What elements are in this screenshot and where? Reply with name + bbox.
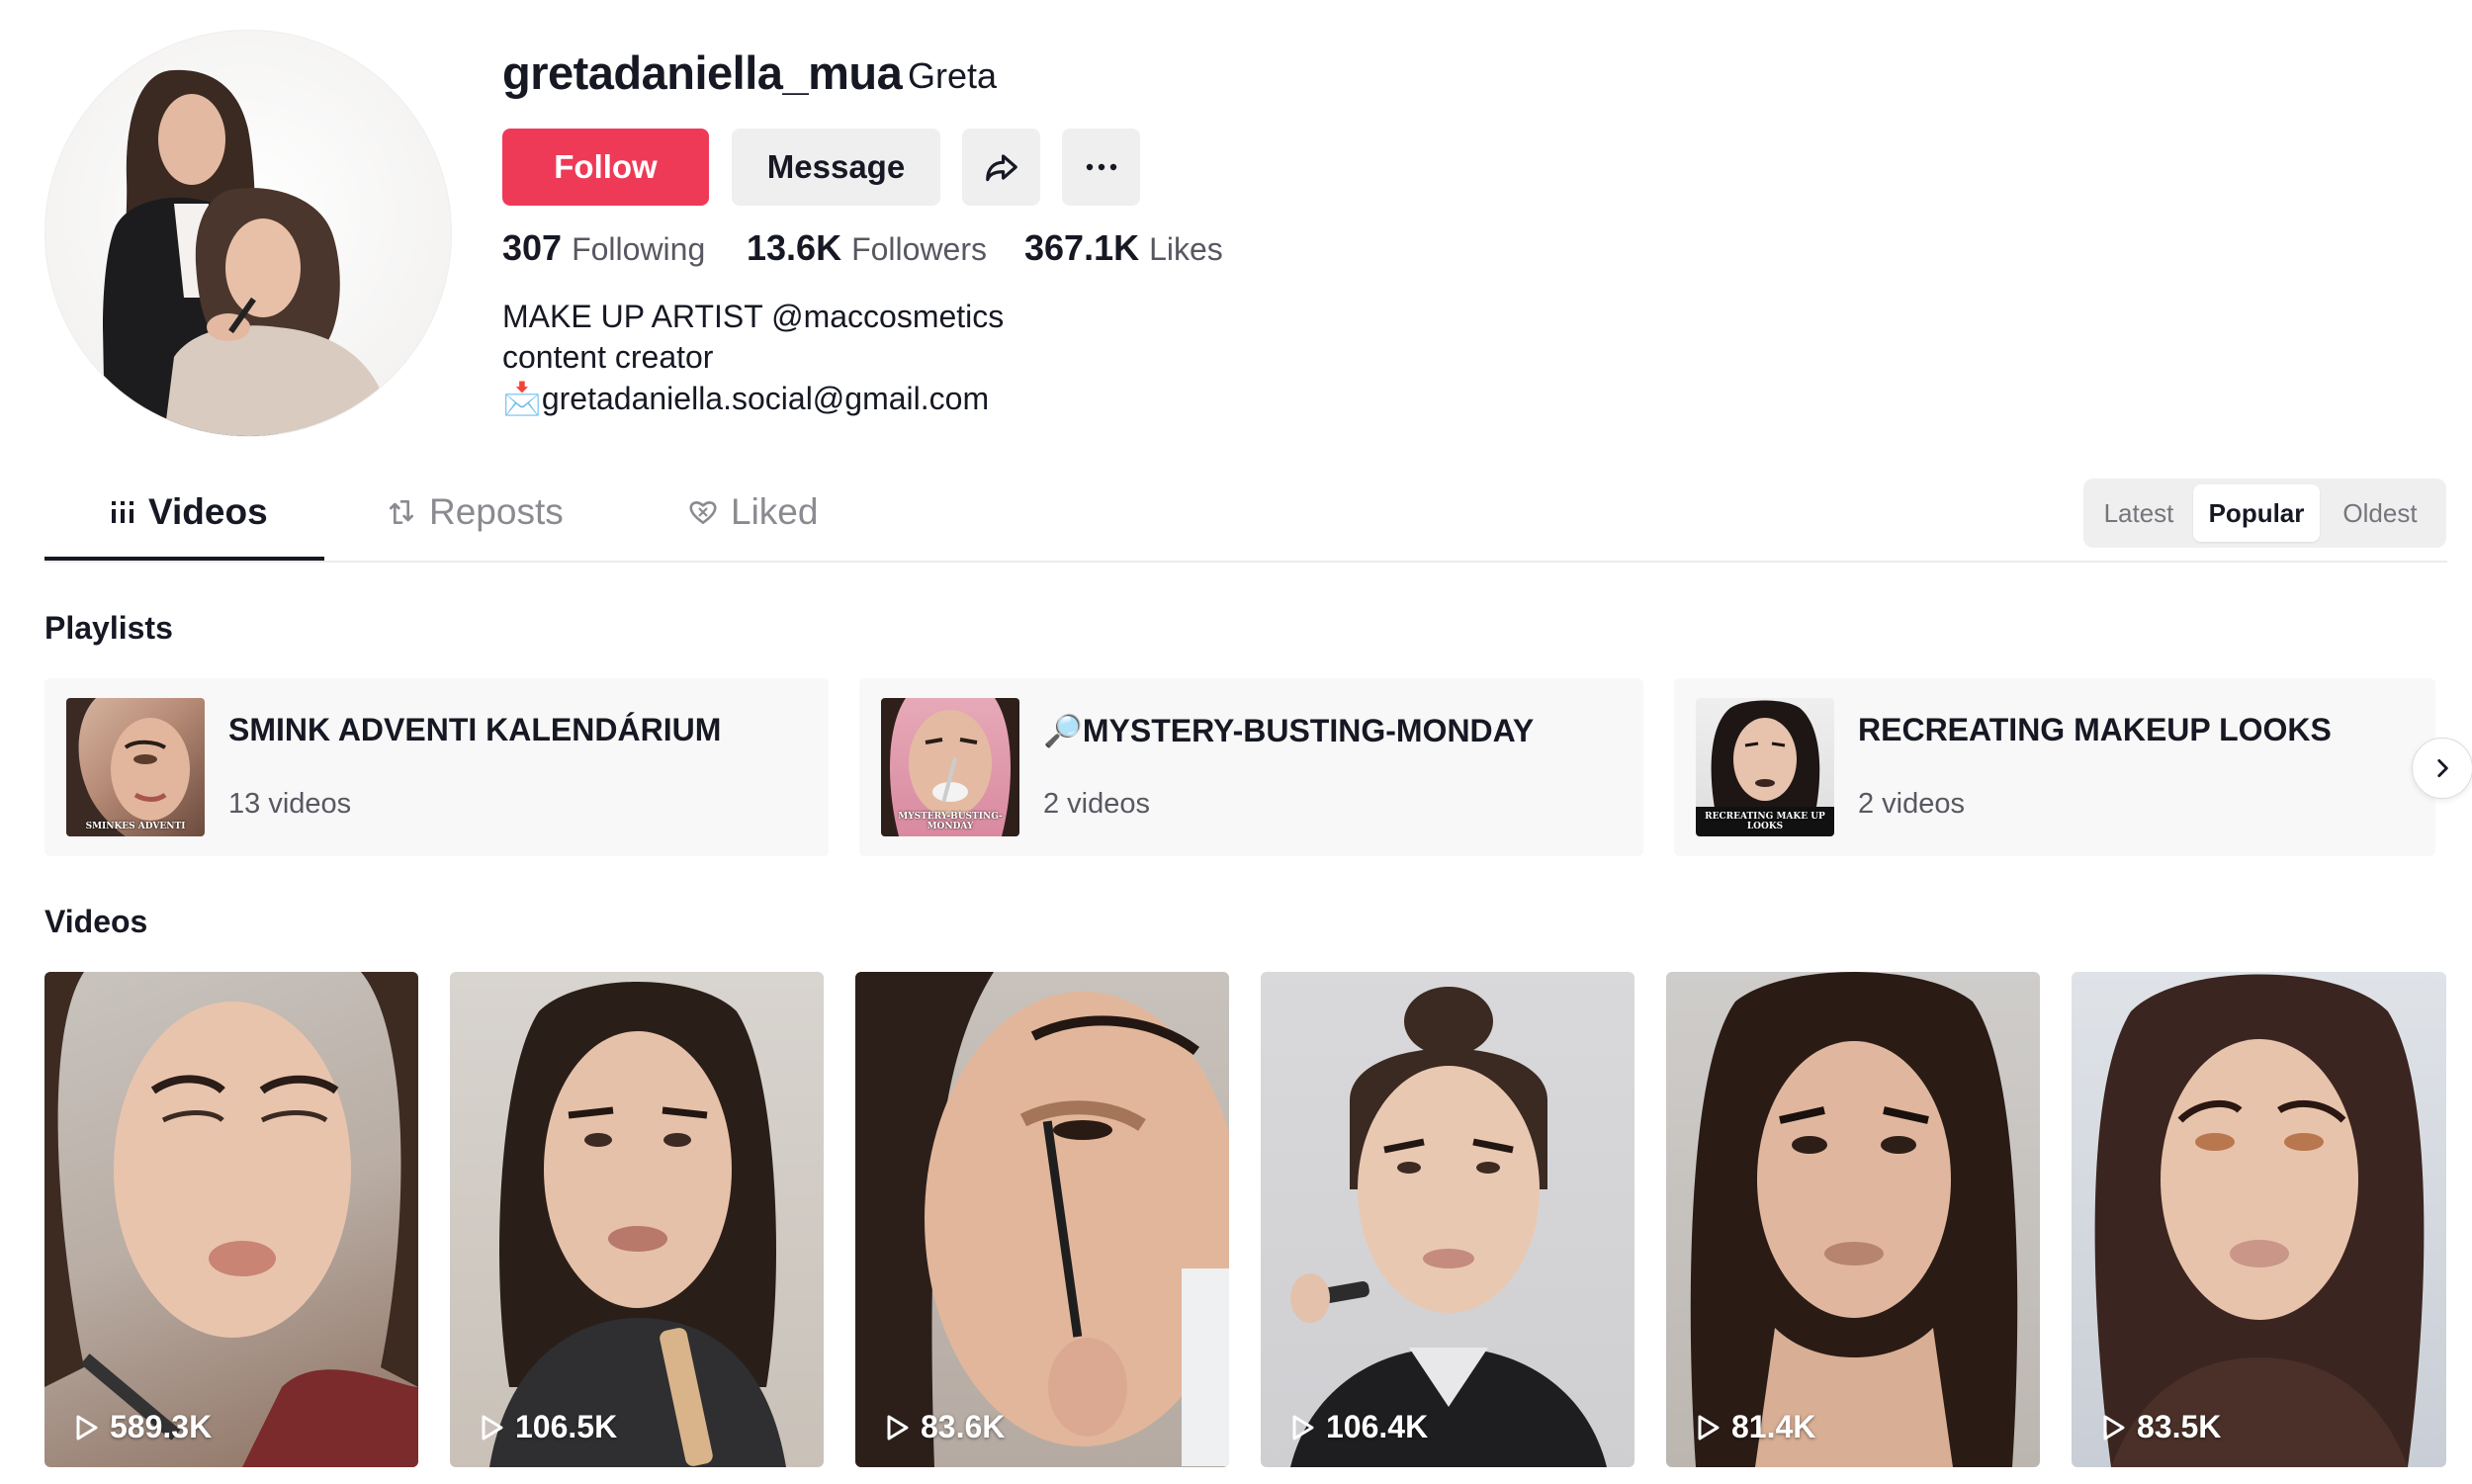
bio-line: MAKE UP ARTIST @maccosmetics	[502, 299, 1005, 334]
video-card[interactable]: 106.4K	[1261, 972, 1634, 1467]
play-icon	[1696, 1414, 1722, 1441]
sort-popular[interactable]: Popular	[2193, 484, 2320, 542]
profile-nickname: Greta	[908, 55, 998, 96]
playlist-thumb-caption: SMINKES ADVENTI	[85, 822, 186, 832]
playlist-count: 2 videos	[1043, 788, 1151, 820]
tab-liked[interactable]: Liked	[687, 491, 818, 533]
sort-oldest[interactable]: Oldest	[2326, 484, 2434, 542]
follow-button[interactable]: Follow	[502, 129, 709, 206]
video-thumbnail	[1290, 987, 1607, 1467]
play-icon	[74, 1414, 100, 1441]
playlist-thumb-caption: MYSTERY-BUSTING-MONDAY	[898, 812, 1003, 832]
stat-following[interactable]: 307 Following	[502, 227, 705, 269]
video-views: 81.4K	[1696, 1409, 1815, 1445]
playlists-heading: Playlists	[44, 610, 173, 646]
tab-label: Videos	[148, 491, 268, 532]
bio-email: 📩gretadaniella.social@gmail.com	[502, 381, 990, 416]
playlist-card[interactable]: MYSTERY-BUSTING-MONDAY 🔎MYSTERY-BUSTING-…	[859, 678, 1643, 856]
video-thumbnail	[855, 972, 1229, 1467]
profile-avatar[interactable]	[44, 30, 452, 437]
view-count: 83.6K	[921, 1409, 1006, 1444]
play-icon	[1290, 1414, 1316, 1441]
view-count: 589.3K	[110, 1409, 213, 1444]
stat-likes: 367.1K Likes	[1024, 227, 1223, 269]
chevron-right-icon	[2429, 755, 2455, 781]
videos-heading: Videos	[44, 904, 148, 939]
likes-label: Likes	[1149, 231, 1223, 267]
share-button[interactable]	[962, 129, 1040, 206]
play-icon	[480, 1414, 505, 1441]
more-icon	[1084, 162, 1119, 172]
more-options-button[interactable]	[1062, 129, 1140, 206]
playlist-title: SMINK ADVENTI KALENDÁRIUM	[228, 712, 722, 747]
playlist-thumb-caption: RECREATING MAKE UP LOOKS	[1705, 812, 1825, 832]
playlist-count: 13 videos	[228, 788, 352, 820]
playlist-card[interactable]: SMINKES ADVENTI SMINK ADVENTI KALENDÁRIU…	[44, 678, 829, 856]
video-views: 589.3K	[74, 1409, 212, 1445]
playlist-thumbnail: SMINKES ADVENTI	[66, 698, 205, 836]
video-thumbnail	[1690, 972, 2018, 1467]
avatar-portrait	[103, 69, 392, 436]
followers-label: Followers	[851, 231, 987, 267]
video-card[interactable]: 589.3K	[44, 972, 418, 1467]
video-views: 83.5K	[2101, 1409, 2221, 1445]
view-count: 106.5K	[515, 1409, 618, 1444]
sort-latest[interactable]: Latest	[2089, 484, 2188, 542]
repost-icon	[386, 496, 417, 528]
playlist-title: RECREATING MAKEUP LOOKS	[1858, 712, 2332, 747]
playlist-title: 🔎MYSTERY-BUSTING-MONDAY	[1043, 713, 1535, 748]
message-button[interactable]: Message	[732, 129, 940, 206]
play-icon	[2101, 1414, 2127, 1441]
active-tab-indicator	[44, 557, 324, 561]
tab-label: Liked	[731, 491, 819, 532]
playlist-thumbnail: RECREATING MAKE UP LOOKS	[1696, 698, 1834, 836]
following-count: 307	[502, 227, 563, 268]
grid-icon	[109, 498, 136, 526]
playlists-next-button[interactable]	[2412, 738, 2472, 799]
following-label: Following	[572, 231, 706, 267]
view-count: 83.5K	[2137, 1409, 2222, 1444]
video-thumbnail	[2094, 974, 2425, 1467]
video-card[interactable]: 83.5K	[2072, 972, 2446, 1467]
video-views: 106.4K	[1290, 1409, 1428, 1445]
playlist-card[interactable]: RECREATING MAKE UP LOOKS RECREATING MAKE…	[1674, 678, 2435, 856]
video-views: 106.5K	[480, 1409, 617, 1445]
video-views: 83.6K	[885, 1409, 1005, 1445]
tab-label: Reposts	[429, 491, 564, 532]
play-icon	[885, 1414, 911, 1441]
video-thumbnail	[44, 972, 418, 1467]
playlist-count: 2 videos	[1858, 788, 1966, 820]
video-card[interactable]: 83.6K	[855, 972, 1229, 1467]
tab-reposts[interactable]: Reposts	[386, 491, 564, 533]
video-card[interactable]: 106.5K	[450, 972, 824, 1467]
view-count: 106.4K	[1326, 1409, 1429, 1444]
heart-icon	[687, 496, 719, 528]
tabs-divider	[44, 561, 2447, 563]
likes-count: 367.1K	[1024, 227, 1140, 268]
bio-line: content creator	[502, 339, 714, 375]
share-icon	[983, 148, 1020, 186]
followers-count: 13.6K	[747, 227, 842, 268]
video-card[interactable]: 81.4K	[1666, 972, 2040, 1467]
profile-username: gretadaniella_mua	[502, 46, 903, 99]
video-thumbnail	[489, 982, 786, 1467]
playlist-thumbnail: MYSTERY-BUSTING-MONDAY	[881, 698, 1019, 836]
tab-videos[interactable]: Videos	[109, 491, 268, 533]
stat-followers[interactable]: 13.6K Followers	[747, 227, 987, 269]
view-count: 81.4K	[1731, 1409, 1816, 1444]
